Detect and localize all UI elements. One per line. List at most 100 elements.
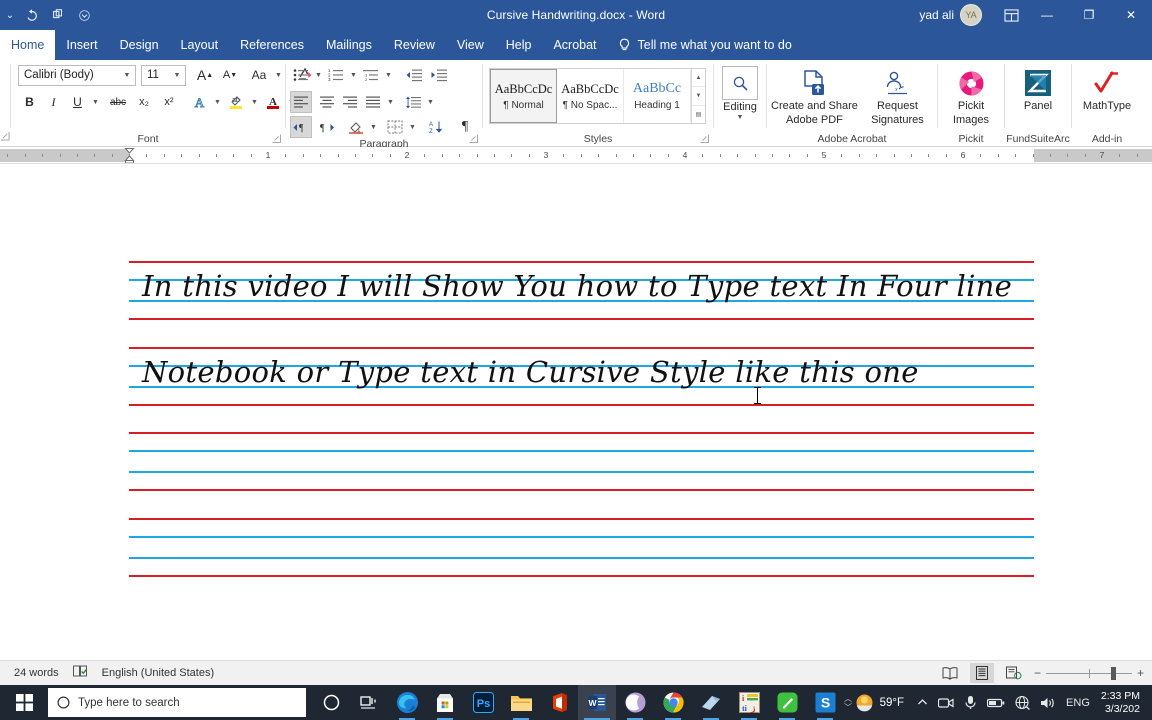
undo-icon[interactable] xyxy=(20,3,44,27)
document-page[interactable]: In this video I will Show You how to Typ… xyxy=(0,164,1152,660)
start-button[interactable] xyxy=(0,685,48,720)
paragraph-dialog-launcher-icon[interactable] xyxy=(469,134,478,143)
proofing-errors-icon[interactable] xyxy=(72,665,88,681)
document-text-line-1[interactable]: In this video I will Show You how to Typ… xyxy=(142,269,1012,303)
styles-more-icon[interactable]: ▤ xyxy=(692,106,705,123)
language-indicator[interactable]: ENG xyxy=(1061,685,1095,720)
camera-icon[interactable] xyxy=(933,685,959,720)
borders-button[interactable] xyxy=(384,116,406,138)
tab-home[interactable]: Home xyxy=(0,30,56,60)
tab-insert[interactable]: Insert xyxy=(55,30,108,60)
chrome-icon[interactable] xyxy=(654,685,692,720)
styles-dialog-launcher-icon[interactable] xyxy=(700,134,709,143)
change-case-button[interactable]: Aa xyxy=(246,64,272,86)
style-heading-1[interactable]: AaBbCc Heading 1 xyxy=(624,69,691,123)
word-count[interactable]: 24 words xyxy=(14,667,59,679)
align-right-button[interactable] xyxy=(339,91,361,113)
shrink-font-button[interactable]: A ▼ xyxy=(218,64,242,86)
blue-app-icon[interactable] xyxy=(692,685,730,720)
pickit-images-button[interactable]: Pickit Images xyxy=(942,65,1000,126)
font-name-combobox[interactable]: Calibri (Body) ▼ xyxy=(18,64,136,86)
document-canvas[interactable]: In this video I will Show You how to Typ… xyxy=(0,164,1152,660)
shading-chevron-down-icon[interactable]: ▼ xyxy=(368,116,379,138)
view-print-layout-button[interactable] xyxy=(970,663,994,683)
justify-chevron-down-icon[interactable]: ▼ xyxy=(385,91,396,113)
horizontal-ruler[interactable]: 1 2 3 4 5 6 7 xyxy=(0,147,1152,164)
subscript-button[interactable]: x₂ xyxy=(132,91,156,113)
green-app-icon[interactable] xyxy=(768,685,806,720)
zoom-thumb[interactable] xyxy=(1111,666,1117,680)
edge-icon[interactable] xyxy=(388,685,426,720)
microphone-icon[interactable] xyxy=(959,685,982,720)
tab-view[interactable]: View xyxy=(446,30,495,60)
microsoft-store-icon[interactable] xyxy=(426,685,464,720)
tab-acrobat[interactable]: Acrobat xyxy=(542,30,607,60)
cortana-circle-icon[interactable] xyxy=(312,685,350,720)
panel-button[interactable]: Panel xyxy=(1009,65,1067,112)
tab-references[interactable]: References xyxy=(229,30,315,60)
tab-layout[interactable]: Layout xyxy=(170,30,230,60)
close-button[interactable]: ✕ xyxy=(1110,0,1152,30)
numbering-button[interactable]: 1 2 3 xyxy=(325,64,347,86)
text-effects-chevron-down-icon[interactable]: ▼ xyxy=(212,91,223,113)
font-dialog-launcher-icon[interactable] xyxy=(272,134,281,143)
multilevel-chevron-down-icon[interactable]: ▼ xyxy=(383,64,394,86)
indent-markers-icon[interactable] xyxy=(124,147,135,164)
bullets-chevron-down-icon[interactable]: ▼ xyxy=(313,64,324,86)
zoom-out-button[interactable]: − xyxy=(1034,666,1041,680)
style-no-spacing[interactable]: AaBbCcDc ¶ No Spac... xyxy=(557,69,624,123)
underline-chevron-down-icon[interactable]: ▼ xyxy=(90,91,101,113)
clipboard-dialog-launcher-icon[interactable] xyxy=(1,132,10,141)
bittorrent-icon[interactable] xyxy=(616,685,654,720)
borders-chevron-down-icon[interactable]: ▼ xyxy=(407,116,418,138)
justify-button[interactable] xyxy=(362,91,384,113)
tell-me-box[interactable]: Tell me what you want to do xyxy=(608,30,802,60)
chevron-down-icon[interactable]: ▼ xyxy=(121,72,133,79)
editing-chevron-down-icon[interactable]: ▼ xyxy=(737,114,744,121)
grow-font-button[interactable]: A ▲ xyxy=(193,64,217,86)
right-to-left-button[interactable]: ¶ xyxy=(316,116,338,138)
request-signatures-button[interactable]: x Request Signatures xyxy=(862,65,933,126)
dictionary-icon[interactable]: i ti ز xyxy=(730,685,768,720)
styles-scroll-up-icon[interactable]: ▲ xyxy=(692,69,705,88)
align-center-button[interactable] xyxy=(316,91,338,113)
bold-button[interactable]: B xyxy=(18,91,41,113)
increase-indent-button[interactable] xyxy=(427,64,451,86)
minimize-button[interactable]: — xyxy=(1026,0,1068,30)
styles-scroll-down-icon[interactable]: ▼ xyxy=(692,87,705,106)
photoshop-icon[interactable]: Ps xyxy=(464,685,502,720)
task-view-icon[interactable] xyxy=(350,685,388,720)
view-read-mode-button[interactable] xyxy=(938,663,962,683)
align-left-button[interactable] xyxy=(290,91,312,113)
zoom-track[interactable] xyxy=(1046,666,1132,680)
tab-help[interactable]: Help xyxy=(495,30,543,60)
style-normal[interactable]: AaBbCcDc ¶ Normal xyxy=(490,69,557,123)
avatar[interactable]: YA xyxy=(960,4,982,26)
battery-icon[interactable] xyxy=(982,685,1010,720)
multilevel-list-button[interactable]: 1 2 xyxy=(360,64,382,86)
font-size-combobox[interactable]: 11 ▼ xyxy=(141,64,186,86)
left-to-right-button[interactable]: ¶ xyxy=(290,116,312,138)
superscript-button[interactable]: x² xyxy=(157,91,181,113)
tab-mailings[interactable]: Mailings xyxy=(315,30,383,60)
office-icon[interactable] xyxy=(540,685,578,720)
snagit-icon[interactable]: S xyxy=(806,685,844,720)
editing-button[interactable] xyxy=(722,66,758,100)
underline-button[interactable]: U xyxy=(66,91,89,113)
chevron-down-icon[interactable]: ▼ xyxy=(171,72,183,79)
file-explorer-icon[interactable] xyxy=(502,685,540,720)
restore-button[interactable]: ❐ xyxy=(1068,0,1110,30)
decrease-indent-button[interactable] xyxy=(402,64,426,86)
clock[interactable]: 2:33 PM 3/3/202 xyxy=(1095,690,1146,716)
bullets-button[interactable] xyxy=(290,64,312,86)
show-hidden-icons-button[interactable] xyxy=(912,685,933,720)
line-spacing-button[interactable] xyxy=(402,91,424,113)
shading-button[interactable] xyxy=(345,116,367,138)
weather-widget[interactable]: 59°F xyxy=(851,693,912,712)
mathtype-button[interactable]: MathType xyxy=(1076,65,1138,112)
font-color-button[interactable]: A xyxy=(261,91,285,113)
numbering-chevron-down-icon[interactable]: ▼ xyxy=(348,64,359,86)
highlight-chevron-down-icon[interactable]: ▼ xyxy=(249,91,260,113)
create-and-share-adobe-pdf-button[interactable]: Create and Share Adobe PDF xyxy=(771,65,858,126)
view-web-layout-button[interactable] xyxy=(1002,663,1026,683)
